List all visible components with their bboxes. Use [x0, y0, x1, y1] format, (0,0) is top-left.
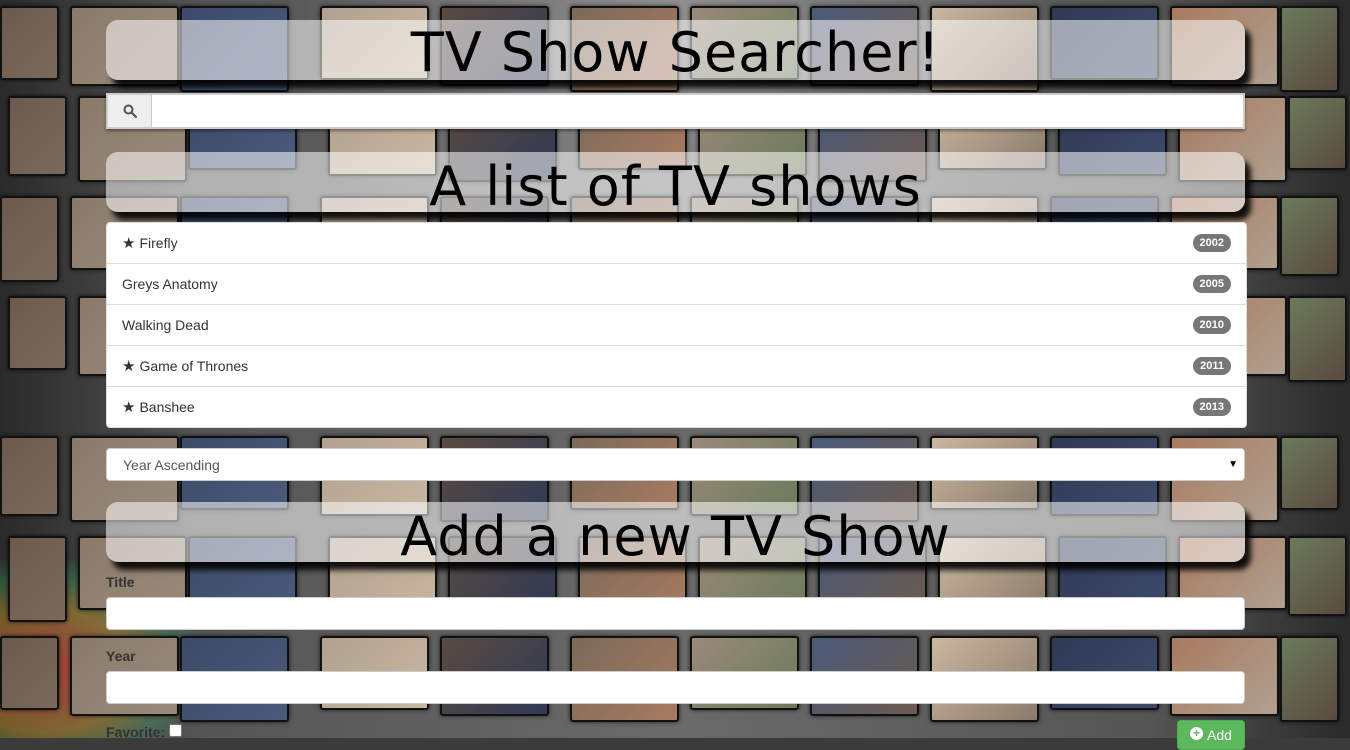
year-label: Year: [106, 648, 136, 664]
search-input[interactable]: [152, 95, 1243, 127]
search-icon: [123, 104, 137, 118]
tv-screen-tile: [8, 96, 67, 176]
year-badge: 2005: [1192, 275, 1231, 293]
tv-screen-tile: [0, 436, 59, 516]
year-badge: 2013: [1192, 398, 1231, 416]
show-list: ★ Firefly 2002 Greys Anatomy 2005 Walkin…: [106, 222, 1247, 428]
star-icon: ★: [122, 235, 136, 252]
search-addon: [108, 95, 152, 127]
tv-screen-tile: [1280, 196, 1339, 276]
list-heading: A list of TV shows: [429, 155, 922, 218]
sort-select[interactable]: Year Ascending ▼: [106, 448, 1245, 481]
sort-selected-value: Year Ascending: [123, 456, 220, 473]
search-bar: [106, 93, 1245, 129]
show-title: Game of Thrones: [139, 358, 249, 374]
list-item[interactable]: ★ Banshee 2013: [107, 387, 1246, 427]
year-badge: 2010: [1192, 316, 1231, 334]
plus-circle-icon: +: [1190, 727, 1204, 740]
year-badge: 2011: [1193, 357, 1231, 375]
list-item[interactable]: ★ Game of Thrones 2011: [107, 346, 1246, 387]
title-input[interactable]: [106, 597, 1245, 630]
tv-screen-tile: [0, 196, 59, 282]
tv-screen-tile: [1280, 436, 1339, 510]
add-heading: Add a new TV Show: [400, 505, 951, 568]
tv-screen-tile: [8, 296, 67, 370]
list-heading-box: A list of TV shows: [106, 152, 1245, 218]
title-label: Title: [106, 574, 135, 590]
tv-screen-tile: [0, 636, 59, 710]
tv-screen-tile: [1280, 6, 1339, 92]
add-button[interactable]: + Add: [1177, 720, 1245, 750]
star-icon: ★: [122, 399, 136, 416]
tv-screen-tile: [1288, 96, 1347, 170]
star-icon: ★: [122, 358, 136, 375]
show-title: Walking Dead: [122, 317, 209, 333]
year-input[interactable]: [106, 671, 1245, 704]
add-heading-box: Add a new TV Show: [106, 502, 1245, 568]
list-item[interactable]: Walking Dead 2010: [107, 305, 1246, 346]
add-button-label: Add: [1207, 727, 1232, 743]
list-item[interactable]: ★ Firefly 2002: [107, 223, 1246, 264]
show-title: Greys Anatomy: [122, 276, 218, 292]
tv-screen-tile: [0, 6, 59, 80]
list-item[interactable]: Greys Anatomy 2005: [107, 264, 1246, 305]
tv-screen-tile: [1280, 636, 1339, 722]
tv-screen-tile: [1288, 296, 1347, 382]
year-badge: 2002: [1192, 234, 1231, 252]
show-title: Firefly: [139, 235, 178, 251]
page-title: TV Show Searcher!: [410, 21, 941, 84]
page-title-box: TV Show Searcher!: [106, 20, 1245, 80]
favorite-checkbox[interactable]: [169, 724, 182, 737]
caret-down-icon: ▼: [1228, 459, 1238, 470]
show-title: Banshee: [139, 399, 195, 415]
tv-screen-tile: [8, 536, 67, 622]
tv-screen-tile: [1288, 536, 1347, 616]
